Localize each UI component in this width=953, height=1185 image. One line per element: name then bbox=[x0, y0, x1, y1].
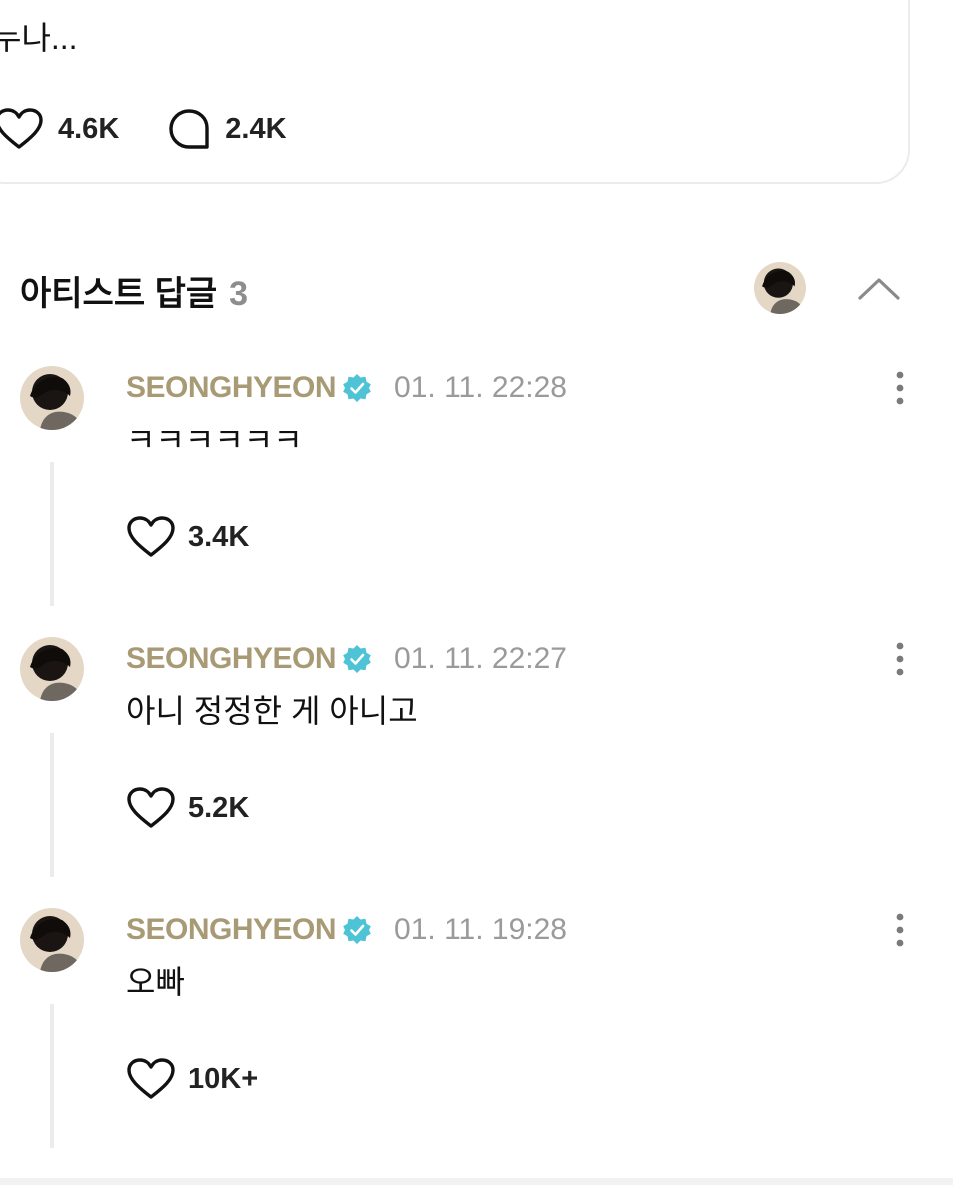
more-vertical-icon bbox=[896, 913, 904, 947]
artist-avatar[interactable] bbox=[754, 262, 806, 314]
chevron-up-icon bbox=[858, 278, 900, 300]
reply-text: 오빠 bbox=[126, 964, 185, 1000]
reply-like-button[interactable]: 10K+ bbox=[126, 1056, 258, 1102]
avatar-image bbox=[20, 366, 84, 430]
reply-text: ㅋㅋㅋㅋㅋㅋ bbox=[126, 422, 303, 458]
collapse-button[interactable] bbox=[856, 270, 902, 304]
thread-line bbox=[50, 733, 54, 877]
reply-header: SEONGHYEON 01. 11. 22:27 bbox=[126, 639, 567, 679]
reply-like-button[interactable]: 5.2K bbox=[126, 785, 249, 831]
author-name[interactable]: SEONGHYEON bbox=[126, 913, 337, 947]
bottom-divider bbox=[0, 1178, 953, 1185]
reply-like-button[interactable]: 3.4K bbox=[126, 514, 249, 560]
more-vertical-icon bbox=[896, 371, 904, 405]
artist-replies-count: 3 bbox=[229, 275, 249, 313]
reply-like-count: 3.4K bbox=[188, 520, 250, 553]
post-actions: 4.6K 2.4K bbox=[0, 106, 287, 152]
more-vertical-icon bbox=[896, 642, 904, 676]
reply-timestamp: 01. 11. 22:28 bbox=[394, 371, 567, 404]
reply-item: SEONGHYEON 01. 11. 22:28 ㅋㅋㅋㅋㅋㅋ 3.4K bbox=[0, 366, 953, 616]
more-options-button[interactable] bbox=[890, 639, 910, 679]
thread-line bbox=[50, 462, 54, 606]
more-options-button[interactable] bbox=[890, 910, 910, 950]
avatar-image bbox=[754, 262, 806, 314]
avatar-image bbox=[20, 908, 84, 972]
verified-badge-icon bbox=[342, 373, 372, 403]
heart-icon bbox=[127, 787, 175, 828]
avatar[interactable] bbox=[20, 908, 84, 972]
more-options-button[interactable] bbox=[890, 368, 910, 408]
post-like-button[interactable]: 4.6K bbox=[0, 107, 119, 151]
verified-badge-icon bbox=[342, 644, 372, 674]
post-text: 누나... bbox=[0, 20, 78, 56]
reply-header: SEONGHYEON 01. 11. 19:28 bbox=[126, 910, 567, 950]
avatar[interactable] bbox=[20, 637, 84, 701]
reply-like-count: 5.2K bbox=[188, 791, 250, 824]
avatar[interactable] bbox=[20, 366, 84, 430]
thread-line bbox=[50, 1004, 54, 1148]
comment-icon bbox=[169, 109, 209, 149]
author-name[interactable]: SEONGHYEON bbox=[126, 371, 337, 405]
section-title-label: 아티스트 답글 bbox=[20, 275, 218, 313]
verified-badge-icon bbox=[342, 915, 372, 945]
heart-icon bbox=[0, 108, 43, 149]
post-comment-button[interactable]: 2.4K bbox=[167, 107, 287, 151]
reply-header: SEONGHYEON 01. 11. 22:28 bbox=[126, 368, 567, 408]
post-card: 누나... 4.6K 2.4K bbox=[0, 0, 910, 184]
reply-item: SEONGHYEON 01. 11. 19:28 오빠 10K+ bbox=[0, 908, 953, 1158]
reply-like-count: 10K+ bbox=[188, 1062, 259, 1095]
avatar-image bbox=[20, 637, 84, 701]
reply-timestamp: 01. 11. 22:27 bbox=[394, 642, 567, 675]
heart-icon bbox=[127, 1058, 175, 1099]
heart-icon bbox=[127, 516, 175, 557]
reply-text: 아니 정정한 게 아니고 bbox=[126, 693, 418, 729]
reply-timestamp: 01. 11. 19:28 bbox=[394, 913, 567, 946]
artist-replies-header: 아티스트 답글 3 bbox=[20, 262, 920, 314]
author-name[interactable]: SEONGHYEON bbox=[126, 642, 337, 676]
artist-replies-title: 아티스트 답글 3 bbox=[20, 266, 248, 315]
post-like-count: 4.6K bbox=[58, 112, 120, 145]
reply-item: SEONGHYEON 01. 11. 22:27 아니 정정한 게 아니고 5.… bbox=[0, 637, 953, 887]
post-comment-count: 2.4K bbox=[225, 112, 287, 145]
